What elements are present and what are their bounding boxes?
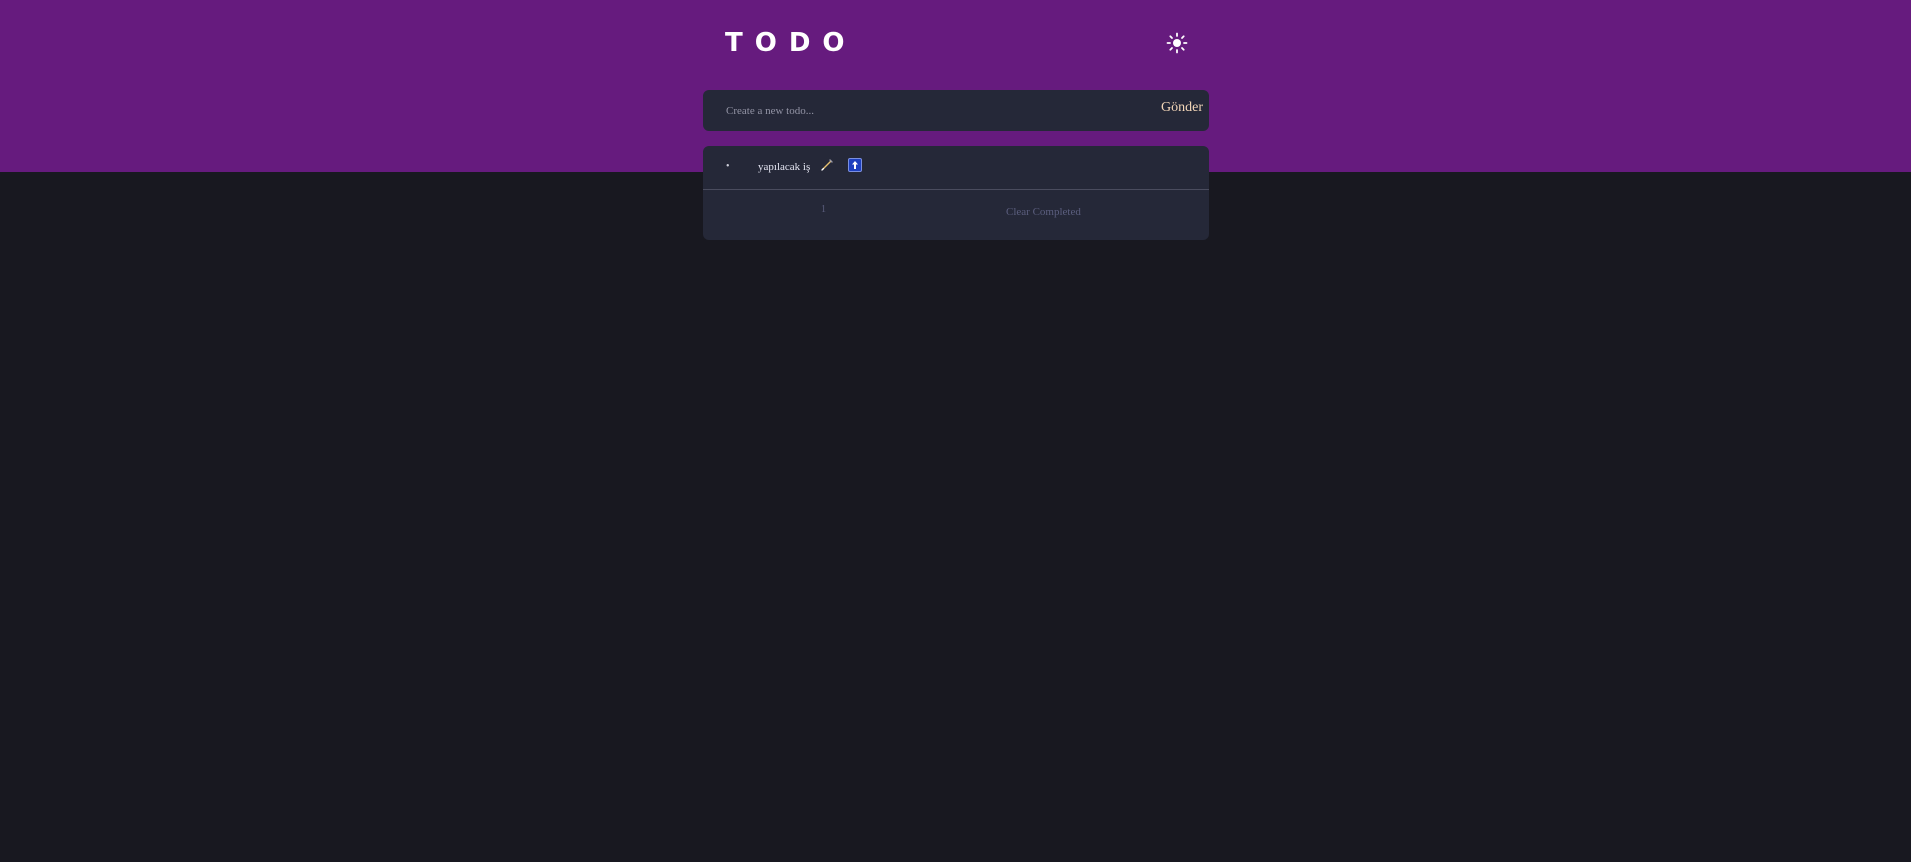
todo-bullet: • xyxy=(726,161,730,172)
share-todo-button[interactable] xyxy=(848,158,862,172)
edit-todo-button[interactable] xyxy=(820,158,834,172)
todo-list-card: • yapılacak iş 1 Clear Completed xyxy=(703,146,1209,240)
items-left-count: 1 xyxy=(821,204,826,215)
pencil-icon xyxy=(821,159,833,171)
clear-completed-button[interactable]: Clear Completed xyxy=(1006,206,1081,219)
todo-text[interactable]: yapılacak iş xyxy=(758,160,810,174)
sun-icon xyxy=(1166,32,1188,54)
new-todo-input[interactable] xyxy=(724,99,1128,123)
arrow-up-icon xyxy=(852,161,858,169)
new-todo-form: Gönder xyxy=(703,90,1209,131)
theme-toggle-button[interactable] xyxy=(1165,31,1189,55)
todo-item: • yapılacak iş xyxy=(703,146,1209,190)
app-title: TODO xyxy=(725,28,857,58)
submit-button[interactable]: Gönder xyxy=(1161,100,1203,116)
